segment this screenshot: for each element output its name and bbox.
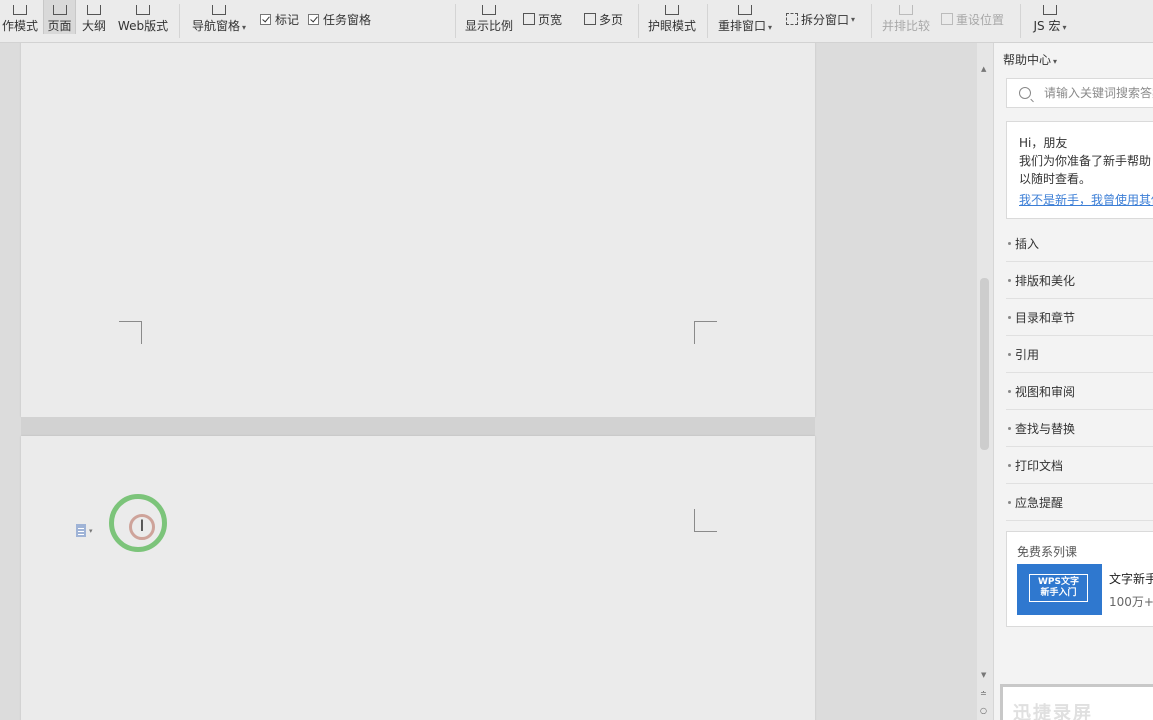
reset-position-icon xyxy=(941,13,953,25)
screen-recorder-watermark: 迅捷录屏 xyxy=(1000,684,1153,720)
document-canvas[interactable]: ▾ I xyxy=(0,43,975,720)
welcome-text: 以随时查看。 xyxy=(1019,172,1092,186)
pin-icon[interactable]: ≐ xyxy=(980,685,987,702)
help-category-view-review[interactable]: 视图和审阅 xyxy=(1006,373,1153,410)
page-width-button[interactable]: 页宽 xyxy=(523,11,562,27)
eye-protection-button[interactable]: 护眼模式 xyxy=(647,0,697,34)
help-search-input[interactable] xyxy=(1044,86,1153,100)
course-section-title: 免费系列课 xyxy=(1017,545,1078,559)
zoom-ratio-button[interactable]: 显示比例 xyxy=(464,0,514,34)
magnifier-icon xyxy=(482,5,496,15)
bullet-icon xyxy=(1008,463,1011,467)
help-category-list: 插入 排版和美化 目录和章节 引用 视图和审阅 查找与替换 打印文档 应急提醒 xyxy=(1006,225,1153,521)
margin-corner-mark xyxy=(694,509,717,532)
paragraph-layout-button[interactable]: ▾ xyxy=(76,524,93,537)
markup-checkbox[interactable]: 标记 xyxy=(260,11,299,27)
settings-icon[interactable]: ○ xyxy=(980,702,987,719)
help-category-toc[interactable]: 目录和章节 xyxy=(1006,299,1153,336)
checkbox-checked-icon xyxy=(308,13,319,25)
writing-mode-icon xyxy=(13,5,27,15)
bullet-icon xyxy=(1008,389,1011,393)
help-search-box[interactable] xyxy=(1006,78,1153,108)
course-thumbnail-label: WPS文字 新手入门 xyxy=(1029,574,1088,602)
bullet-icon xyxy=(1008,426,1011,430)
page-width-icon xyxy=(523,13,535,25)
not-newbie-link[interactable]: 我不是新手，我曾使用其他 xyxy=(1019,191,1153,209)
toolbar-divider xyxy=(707,4,708,38)
eye-icon xyxy=(665,5,679,15)
help-category-layout[interactable]: 排版和美化 xyxy=(1006,262,1153,299)
bullet-icon xyxy=(1008,278,1011,282)
toolbar-divider xyxy=(455,4,456,38)
bullet-icon xyxy=(1008,241,1011,245)
document-page-2[interactable]: ▾ I xyxy=(21,436,815,720)
panel-side-icons: ≐ ○ xyxy=(980,685,987,719)
task-pane-checkbox[interactable]: 任务窗格 xyxy=(308,11,371,27)
help-center-dropdown[interactable]: 帮助中心 ▾ xyxy=(1003,51,1057,68)
chevron-down-icon: ▾ xyxy=(89,526,93,535)
windows-icon xyxy=(738,5,752,15)
page-view-icon xyxy=(52,5,67,15)
view-ribbon-toolbar: 作模式 页面 大纲 Web版式 导航窗格 ▾ 标记 任务窗格 显示比例 页宽 多页 xyxy=(0,0,1153,43)
multi-page-icon xyxy=(584,13,596,25)
document-icon xyxy=(76,524,86,537)
text-cursor-icon: I xyxy=(139,516,145,535)
bullet-icon xyxy=(1008,500,1011,504)
toolbar-divider xyxy=(871,4,872,38)
bullet-icon xyxy=(1008,352,1011,356)
scrollbar-thumb[interactable] xyxy=(980,278,989,450)
web-layout-button[interactable]: Web版式 xyxy=(116,0,170,34)
chevron-down-icon: ▾ xyxy=(851,14,856,24)
search-icon xyxy=(1019,87,1031,99)
chevron-down-icon: ▾ xyxy=(242,23,247,32)
vertical-scrollbar[interactable]: ▲ ▼ xyxy=(977,43,993,720)
js-macro-button[interactable]: JS 宏 ▾ xyxy=(1029,0,1071,34)
chevron-down-icon: ▾ xyxy=(768,23,773,32)
margin-corner-mark xyxy=(694,321,717,344)
side-by-side-button[interactable]: 并排比较 xyxy=(880,0,932,34)
welcome-greeting: Hi，朋友 xyxy=(1019,136,1068,150)
chevron-down-icon: ▾ xyxy=(1062,23,1067,32)
reset-position-button[interactable]: 重设位置 xyxy=(941,11,1004,27)
welcome-text: 我们为你准备了新手帮助 xyxy=(1019,154,1152,168)
split-window-icon xyxy=(786,13,798,25)
navigation-pane-icon xyxy=(212,5,226,15)
side-by-side-icon xyxy=(899,5,913,15)
help-category-reference[interactable]: 引用 xyxy=(1006,336,1153,373)
scroll-down-icon[interactable]: ▼ xyxy=(981,671,986,679)
welcome-card: Hi，朋友 我们为你准备了新手帮助 以随时查看。 我不是新手，我曾使用其他 xyxy=(1006,121,1153,219)
navigation-pane-button[interactable]: 导航窗格 ▾ xyxy=(190,0,248,34)
chevron-down-icon: ▾ xyxy=(1053,57,1058,66)
page-view-button[interactable]: 页面 xyxy=(43,0,76,34)
help-category-print[interactable]: 打印文档 xyxy=(1006,447,1153,484)
help-center-panel: 帮助中心▾ Hi，朋友 我们为你准备了新手帮助 以随时查看。 我不是新手，我曾使… xyxy=(993,43,1153,720)
document-page-1[interactable] xyxy=(21,43,815,417)
course-viewers: 100万+人 xyxy=(1109,595,1153,609)
checkbox-checked-icon xyxy=(260,13,271,25)
toolbar-divider xyxy=(179,4,180,38)
toolbar-divider xyxy=(1020,4,1021,38)
web-layout-icon xyxy=(136,5,150,15)
help-category-emergency[interactable]: 应急提醒 xyxy=(1006,484,1153,521)
help-category-insert[interactable]: 插入 xyxy=(1006,225,1153,262)
free-course-card[interactable]: 免费系列课 WPS文字 新手入门 文字新手 100万+人 xyxy=(1006,531,1153,627)
toolbar-divider xyxy=(638,4,639,38)
writing-mode-button[interactable]: 作模式 xyxy=(0,0,40,34)
split-window-button[interactable]: 拆分窗口 ▾ xyxy=(786,11,855,27)
bullet-icon xyxy=(1008,315,1011,319)
margin-corner-mark xyxy=(119,321,142,344)
multi-page-button[interactable]: 多页 xyxy=(584,11,623,27)
outline-icon xyxy=(87,5,101,15)
outline-view-button[interactable]: 大纲 xyxy=(80,0,108,34)
course-thumbnail[interactable]: WPS文字 新手入门 xyxy=(1017,564,1102,615)
help-category-find-replace[interactable]: 查找与替换 xyxy=(1006,410,1153,447)
scroll-up-icon[interactable]: ▲ xyxy=(981,65,986,73)
course-name[interactable]: 文字新手 xyxy=(1109,570,1153,587)
page-separator xyxy=(21,417,815,436)
macro-icon xyxy=(1043,5,1057,15)
rearrange-windows-button[interactable]: 重排窗口 ▾ xyxy=(716,0,774,34)
